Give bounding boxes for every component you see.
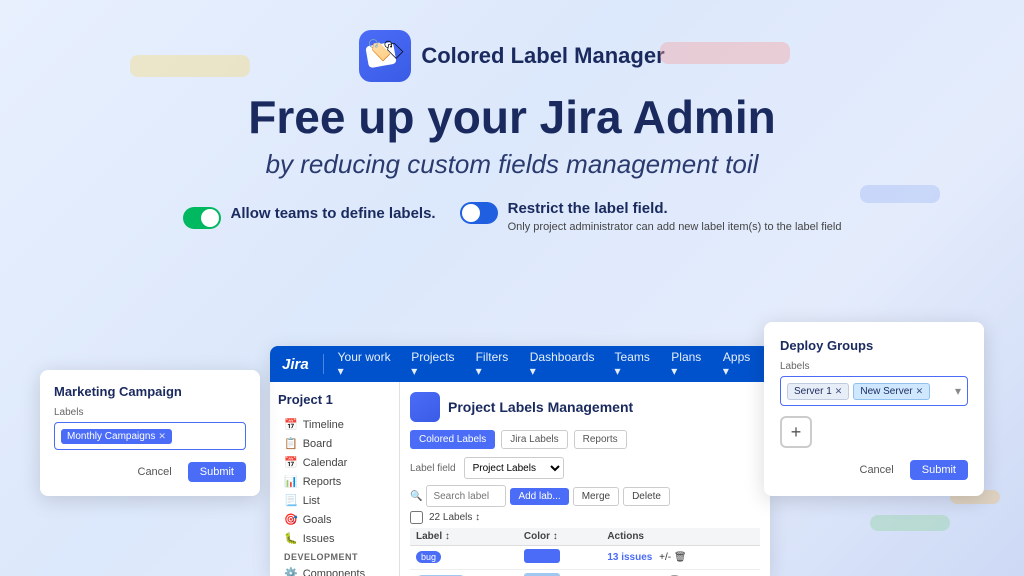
jira-nav-divider [323, 354, 324, 374]
tag-server1-remove[interactable]: ✕ [835, 386, 843, 397]
sidebar-item-components[interactable]: ⚙️ Components [278, 564, 391, 576]
sidebar-item-reports[interactable]: 📊 Reports [278, 472, 391, 491]
card-marketing: Marketing Campaign Labels Monthly Campai… [40, 370, 260, 496]
sub-headline: by reducing custom fields management toi… [0, 149, 1024, 180]
feature-allow: Allow teams to define labels. [183, 205, 436, 229]
label-cell-lightblue: Light Blue [410, 570, 518, 576]
jira-nav-apps[interactable]: Apps ▾ [723, 350, 758, 378]
card-deploy-title: Deploy Groups [780, 338, 968, 353]
jira-actions-1[interactable]: +/- 🗑 [659, 552, 686, 563]
tag-remove-icon[interactable]: ✕ [158, 431, 166, 442]
color-cell-2 [518, 570, 601, 576]
jira-app-name: Project Labels Management [448, 399, 633, 415]
sidebar-section-development: DEVELOPMENT [278, 548, 391, 564]
feature-restrict-text: Restrict the label field. Only project a… [508, 200, 842, 235]
actions-cell-2: 8 issues +/- 🗑 [601, 570, 760, 576]
features-row: Allow teams to define labels. Restrict t… [0, 200, 1024, 235]
card-marketing-field-label: Labels [54, 407, 246, 418]
jira-panel: Jira Your work ▾ Projects ▾ Filters ▾ Da… [270, 346, 770, 576]
table-row: bug 13 issues +/- 🗑 [410, 546, 760, 570]
jira-navbar: Jira Your work ▾ Projects ▾ Filters ▾ Da… [270, 346, 770, 382]
deploy-add-button[interactable]: + [780, 416, 812, 448]
toggle-knob-allow [201, 209, 219, 227]
toggle-restrict[interactable] [460, 202, 498, 224]
card-marketing-footer: Cancel Submit [54, 462, 246, 482]
deco-bar-blue [860, 185, 940, 203]
card-marketing-tag-input[interactable]: Monthly Campaigns ✕ [54, 422, 246, 450]
card-deploy-tag-input[interactable]: Server 1 ✕ New Server ✕ ▾ [780, 376, 968, 406]
label-cell-bug: bug [410, 546, 518, 570]
deco-bar-yellow [130, 55, 250, 77]
actions-cell-1: 13 issues +/- 🗑 [601, 546, 760, 570]
app-logo: 🏷️ Colored Label Manager [359, 30, 664, 82]
jira-nav-plans[interactable]: Plans ▾ [671, 350, 709, 378]
tab-jira-labels[interactable]: Jira Labels [501, 430, 567, 449]
deploy-submit-button[interactable]: Submit [910, 460, 968, 480]
sidebar-item-board[interactable]: 📋 Board [278, 434, 391, 453]
table-row: Light Blue 8 issues +/- 🗑 [410, 570, 760, 576]
tag-new-server: New Server ✕ [853, 383, 930, 400]
main-headline: Free up your Jira Admin [0, 92, 1024, 143]
jira-issues-count-1: 13 issues [607, 552, 652, 563]
marketing-cancel-button[interactable]: Cancel [130, 462, 180, 482]
app-title-block: Colored Label Manager [421, 44, 664, 68]
jira-content-area: Project 1 📅 Timeline 📋 Board 📅 Calendar … [270, 382, 770, 576]
deco-bar-green [870, 515, 950, 531]
jira-delete-button[interactable]: Delete [623, 487, 670, 506]
sidebar-item-list[interactable]: 📃 List [278, 491, 391, 510]
feature-allow-text: Allow teams to define labels. [231, 205, 436, 222]
col-header-actions: Actions [601, 528, 760, 546]
jira-logo: Jira [282, 356, 309, 373]
jira-main-content: Project Labels Management Colored Labels… [400, 382, 770, 576]
jira-field-label: Label field [410, 463, 456, 474]
jira-label-field-row: Label field Project Labels [410, 457, 760, 479]
card-deploy: Deploy Groups Labels Server 1 ✕ New Serv… [764, 322, 984, 496]
jira-labels-table: Label ↕ Color ↕ Actions bug 13 issues +/… [410, 528, 760, 576]
page-header: 🏷️ Colored Label Manager Free up your Ji… [0, 0, 1024, 180]
tab-reports[interactable]: Reports [574, 430, 627, 449]
jira-labels-count: 22 Labels ↕ [429, 512, 480, 523]
color-cell-1 [518, 546, 601, 570]
jira-sidebar: Project 1 📅 Timeline 📋 Board 📅 Calendar … [270, 382, 400, 576]
jira-nav-dashboards[interactable]: Dashboards ▾ [530, 350, 601, 378]
feature-restrict: Restrict the label field. Only project a… [460, 200, 842, 235]
tag-monthly-campaigns: Monthly Campaigns ✕ [61, 429, 172, 444]
card-deploy-footer: Cancel Submit [780, 460, 968, 480]
card-marketing-title: Marketing Campaign [54, 384, 246, 399]
jira-nav-projects[interactable]: Projects ▾ [411, 350, 461, 378]
jira-add-label-button[interactable]: Add lab... [510, 488, 568, 505]
marketing-submit-button[interactable]: Submit [188, 462, 246, 482]
jira-nav-filters[interactable]: Filters ▾ [476, 350, 516, 378]
toggle-knob-restrict [462, 204, 480, 222]
jira-nav-your-work[interactable]: Your work ▾ [338, 350, 398, 378]
app-icon: 🏷️ [359, 30, 411, 82]
select-all-checkbox[interactable] [410, 511, 423, 524]
jira-project-title: Project 1 [278, 390, 391, 409]
jira-field-select[interactable]: Project Labels [464, 457, 564, 479]
jira-app-header: Project Labels Management [410, 392, 760, 422]
jira-search-input[interactable] [426, 485, 506, 507]
sidebar-item-issues[interactable]: 🐛 Issues [278, 529, 391, 548]
jira-merge-button[interactable]: Merge [573, 487, 619, 506]
jira-labels-count-row: 22 Labels ↕ [410, 511, 760, 524]
sidebar-item-goals[interactable]: 🎯 Goals [278, 510, 391, 529]
app-name: Colored Label Manager [421, 44, 664, 68]
sidebar-item-calendar[interactable]: 📅 Calendar [278, 453, 391, 472]
deploy-cancel-button[interactable]: Cancel [852, 460, 902, 480]
sidebar-item-timeline[interactable]: 📅 Timeline [278, 415, 391, 434]
jira-search-row: 🔍 Add lab... Merge Delete [410, 485, 760, 507]
jira-nav-teams[interactable]: Teams ▾ [615, 350, 658, 378]
tag-server1: Server 1 ✕ [787, 383, 849, 400]
tag-new-server-remove[interactable]: ✕ [916, 386, 924, 397]
tab-colored-labels[interactable]: Colored Labels [410, 430, 495, 449]
col-header-color: Color ↕ [518, 528, 601, 546]
deco-bar-pink [660, 42, 790, 64]
deploy-dropdown-chevron[interactable]: ▾ [955, 384, 961, 398]
jira-app-icon [410, 392, 440, 422]
card-deploy-field-label: Labels [780, 361, 968, 372]
toggle-allow[interactable] [183, 207, 221, 229]
jira-tabs: Colored Labels Jira Labels Reports [410, 430, 760, 449]
col-header-label: Label ↕ [410, 528, 518, 546]
